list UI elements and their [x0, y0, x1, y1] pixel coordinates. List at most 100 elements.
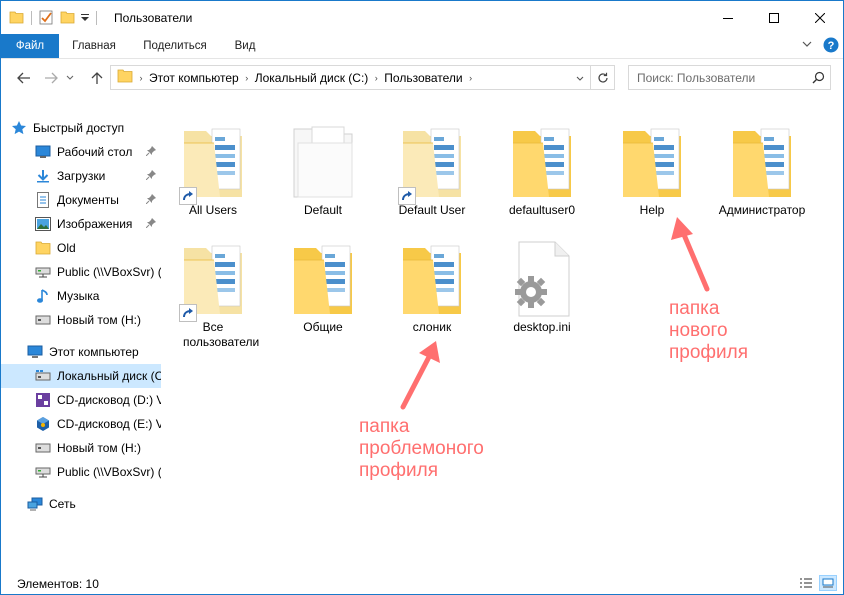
pictures-icon [35, 216, 51, 232]
breadcrumb-local-disk[interactable]: Локальный диск (C:) [255, 71, 369, 85]
file-name: Все пользователи [183, 320, 260, 349]
properties-icon[interactable] [38, 9, 54, 28]
large-icons-view-icon[interactable] [819, 575, 837, 591]
search-icon[interactable] [812, 71, 825, 87]
file-name: Default User [398, 203, 466, 217]
file-tile[interactable]: Администратор [712, 113, 812, 218]
navigation-pane: Быстрый доступ Рабочий стол Загрузки Док… [1, 109, 161, 564]
breadcrumb-separator-icon[interactable]: › [463, 73, 479, 83]
folder-icon [273, 113, 373, 203]
customize-toolbar-icon[interactable] [80, 11, 90, 26]
nav-quick-access[interactable]: Быстрый доступ [11, 116, 161, 140]
nav-label: CD-дисковод (D:) V [57, 393, 161, 407]
quick-access-toolbar [9, 9, 103, 27]
breadcrumb-separator-icon[interactable]: › [133, 73, 149, 83]
file-tile[interactable]: defaultuser0 [492, 113, 592, 218]
nav-item-old[interactable]: Old [35, 236, 161, 260]
expand-ribbon-icon[interactable] [801, 38, 813, 53]
file-name: слоник [412, 320, 452, 334]
virtualbox-disc-icon [35, 416, 51, 432]
file-name: Администратор [718, 203, 806, 217]
up-arrow-icon[interactable] [87, 68, 107, 88]
breadcrumb-separator-icon[interactable]: › [368, 73, 384, 83]
minimize-button[interactable] [705, 1, 751, 34]
tab-home[interactable]: Главная [61, 34, 127, 58]
details-view-icon[interactable] [797, 575, 815, 591]
file-tile[interactable]: All Users [163, 113, 263, 218]
nav-item-desktop[interactable]: Рабочий стол [35, 140, 161, 164]
nav-label: CD-дисковод (E:) V [57, 417, 161, 431]
shortcut-arrow-icon [179, 304, 197, 322]
breadcrumb-users[interactable]: Пользователи [384, 71, 462, 85]
nav-item-volume-h-pc[interactable]: Новый том (H:) [35, 436, 161, 460]
nav-item-pictures[interactable]: Изображения [35, 212, 161, 236]
file-tile[interactable]: слоник [382, 230, 482, 335]
file-view: All Users Default Default User defaultuser0… [163, 101, 843, 566]
pin-icon[interactable] [145, 217, 156, 231]
search-placeholder: Поиск: Пользователи [637, 71, 756, 85]
file-name: desktop.ini [513, 320, 571, 334]
toolbar-separator [96, 11, 97, 25]
nav-item-music[interactable]: Музыка [35, 284, 161, 308]
maximize-button[interactable] [751, 1, 797, 34]
nav-item-public-share[interactable]: Public (\\VBoxSvr) ( [35, 260, 161, 284]
svg-text:?: ? [828, 40, 835, 52]
file-name: Help [639, 203, 665, 217]
nav-this-pc[interactable]: Этот компьютер [27, 340, 161, 364]
nav-item-downloads[interactable]: Загрузки [35, 164, 161, 188]
folder-icon [117, 69, 133, 86]
back-arrow-icon[interactable] [14, 68, 34, 88]
file-tile[interactable]: Help [602, 113, 702, 218]
arrow-to-slonik [400, 341, 440, 410]
nav-item-volume-h[interactable]: Новый том (H:) [35, 308, 161, 332]
arrow-to-help [671, 217, 710, 292]
new-folder-icon[interactable] [60, 9, 76, 28]
refresh-button[interactable] [590, 65, 615, 90]
nav-network[interactable]: Сеть [27, 492, 161, 516]
nav-item-cd-d[interactable]: CD-дисковод (D:) V [35, 388, 161, 412]
title-bar: Пользователи [1, 1, 843, 34]
file-tile[interactable]: Общие [273, 230, 373, 335]
file-tile[interactable]: Default User [382, 113, 482, 218]
pin-icon[interactable] [145, 169, 156, 183]
pin-icon[interactable] [145, 145, 156, 159]
nav-label: Сеть [49, 497, 76, 511]
nav-label: Рабочий стол [57, 145, 133, 159]
toolbar-separator [31, 11, 32, 25]
nav-item-documents[interactable]: Документы [35, 188, 161, 212]
file-tile[interactable]: Default [273, 113, 373, 218]
file-tile[interactable]: Все пользователи [163, 230, 263, 350]
folder-icon [35, 240, 51, 256]
recent-locations-icon[interactable] [64, 68, 76, 88]
music-note-icon [35, 288, 51, 304]
breadcrumb-separator-icon[interactable]: › [239, 73, 255, 83]
nav-label: Быстрый доступ [33, 121, 125, 135]
nav-label: Public (\\VBoxSvr) ( [57, 465, 161, 479]
folder-icon [273, 230, 373, 320]
address-bar[interactable]: › Этот компьютер › Локальный диск (C:) ›… [110, 65, 591, 90]
forward-arrow-icon[interactable] [41, 68, 61, 88]
breadcrumb-this-pc[interactable]: Этот компьютер [149, 71, 239, 85]
nav-label: Новый том (H:) [57, 313, 141, 327]
pin-icon[interactable] [145, 193, 156, 207]
annotation-line: папка [669, 298, 720, 319]
file-name: Общие [303, 320, 343, 334]
close-button[interactable] [797, 1, 843, 34]
annotation-line: папка [359, 416, 410, 437]
file-tile[interactable]: desktop.ini [492, 230, 592, 335]
nav-item-local-disk-c[interactable]: Локальный диск (C [1, 364, 161, 388]
annotation-line: профиля [359, 460, 439, 481]
nav-item-cd-e[interactable]: CD-дисковод (E:) V [35, 412, 161, 436]
network-icon [27, 496, 43, 512]
tab-share[interactable]: Поделиться [131, 34, 219, 58]
tab-file[interactable]: Файл [1, 34, 59, 58]
nav-item-public-share-pc[interactable]: Public (\\VBoxSvr) ( [35, 460, 161, 484]
help-icon[interactable]: ? [823, 37, 839, 56]
drive-icon [35, 312, 51, 328]
address-dropdown-icon[interactable] [576, 71, 584, 85]
file-name: Default [303, 203, 343, 217]
annotation-new-profile: папка нового профиля [669, 298, 748, 364]
tab-view[interactable]: Вид [223, 34, 267, 58]
search-input[interactable]: Поиск: Пользователи [628, 65, 831, 90]
star-icon [11, 120, 27, 136]
